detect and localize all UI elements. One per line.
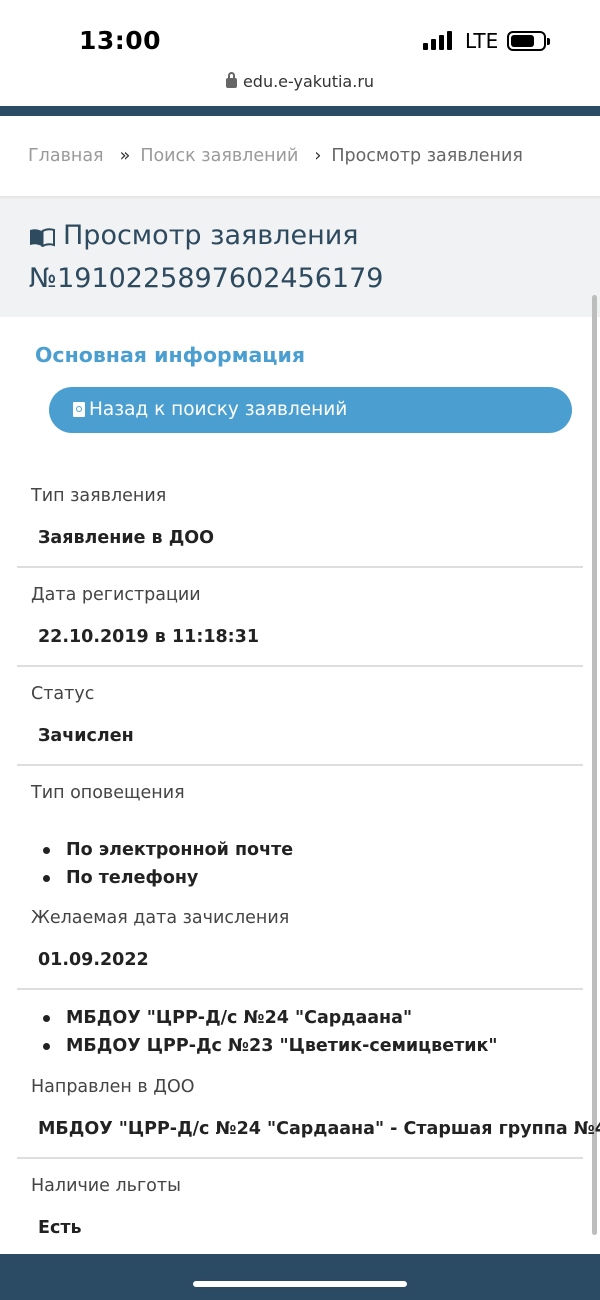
breadcrumb-current: Просмотр заявления [331,146,523,166]
list-item: МБДОУ ЦРР-Дс №23 "Цветик-семицветик" [38,1032,497,1060]
battery-icon [507,31,550,51]
divider [17,1157,583,1159]
notify-list: По электронной почте По телефону [38,836,293,892]
breadcrumb-separator: » [119,146,131,166]
breadcrumb-home[interactable]: Главная [28,146,104,166]
divider [17,566,583,568]
divider [17,764,583,766]
breadcrumb-search[interactable]: Поиск заявлений [140,146,298,166]
site-footer [0,1254,600,1300]
field-value-enroll-date: 01.09.2022 [38,950,149,970]
title-block [0,200,600,317]
field-label-directed: Направлен в ДОО [31,1077,195,1097]
list-item: По электронной почте [38,836,293,864]
network-label: LTE [465,29,499,53]
address-bar[interactable]: edu.e-yakutia.ru [0,72,600,106]
section-heading: Основная информация [35,343,306,367]
field-label-reg-date: Дата регистрации [31,585,201,605]
field-value-benefit: Есть [38,1218,82,1238]
scrollbar-thumb[interactable] [592,295,597,1235]
divider [17,665,583,667]
status-bar: 13:00 LTE [0,0,600,72]
status-time: 13:00 [79,26,162,55]
preferred-doo-list: МБДОУ "ЦРР-Д/с №24 "Сардаана" МБДОУ ЦРР-… [38,1004,497,1060]
divider [17,988,583,990]
breadcrumb-separator: › [314,146,322,166]
field-label-benefit: Наличие льготы [31,1176,181,1196]
field-label-notify: Тип оповещения [31,783,185,803]
signal-icon [423,31,453,50]
field-value-status: Зачислен [38,726,134,746]
application-number: №1910225897602456179 [29,263,384,294]
field-label-type: Тип заявления [31,486,167,506]
lock-icon [225,72,237,88]
document-search-icon [73,402,85,417]
list-item: МБДОУ "ЦРР-Д/с №24 "Сардаана" [38,1004,497,1032]
page-title: Просмотр заявления [63,220,359,251]
field-value-directed: МБДОУ "ЦРР-Д/с №24 "Сардаана" - Старшая … [38,1119,600,1139]
breadcrumb: Главная » Поиск заявлений › Просмотр заявлен… [28,146,523,166]
home-indicator[interactable] [193,1281,407,1287]
site-header-stripe [0,106,600,116]
back-to-search-button[interactable]: Назад к поиску заявлений [49,387,572,433]
field-label-enroll-date: Желаемая дата зачисления [31,908,290,928]
list-item: По телефону [38,864,293,892]
field-label-status: Статус [31,684,95,704]
field-value-reg-date: 22.10.2019 в 11:18:31 [38,627,260,647]
field-value-type: Заявление в ДОО [38,528,215,548]
url-text: edu.e-yakutia.ru [242,72,375,91]
book-icon [30,228,55,247]
back-button-label: Назад к поиску заявлений [89,399,348,420]
